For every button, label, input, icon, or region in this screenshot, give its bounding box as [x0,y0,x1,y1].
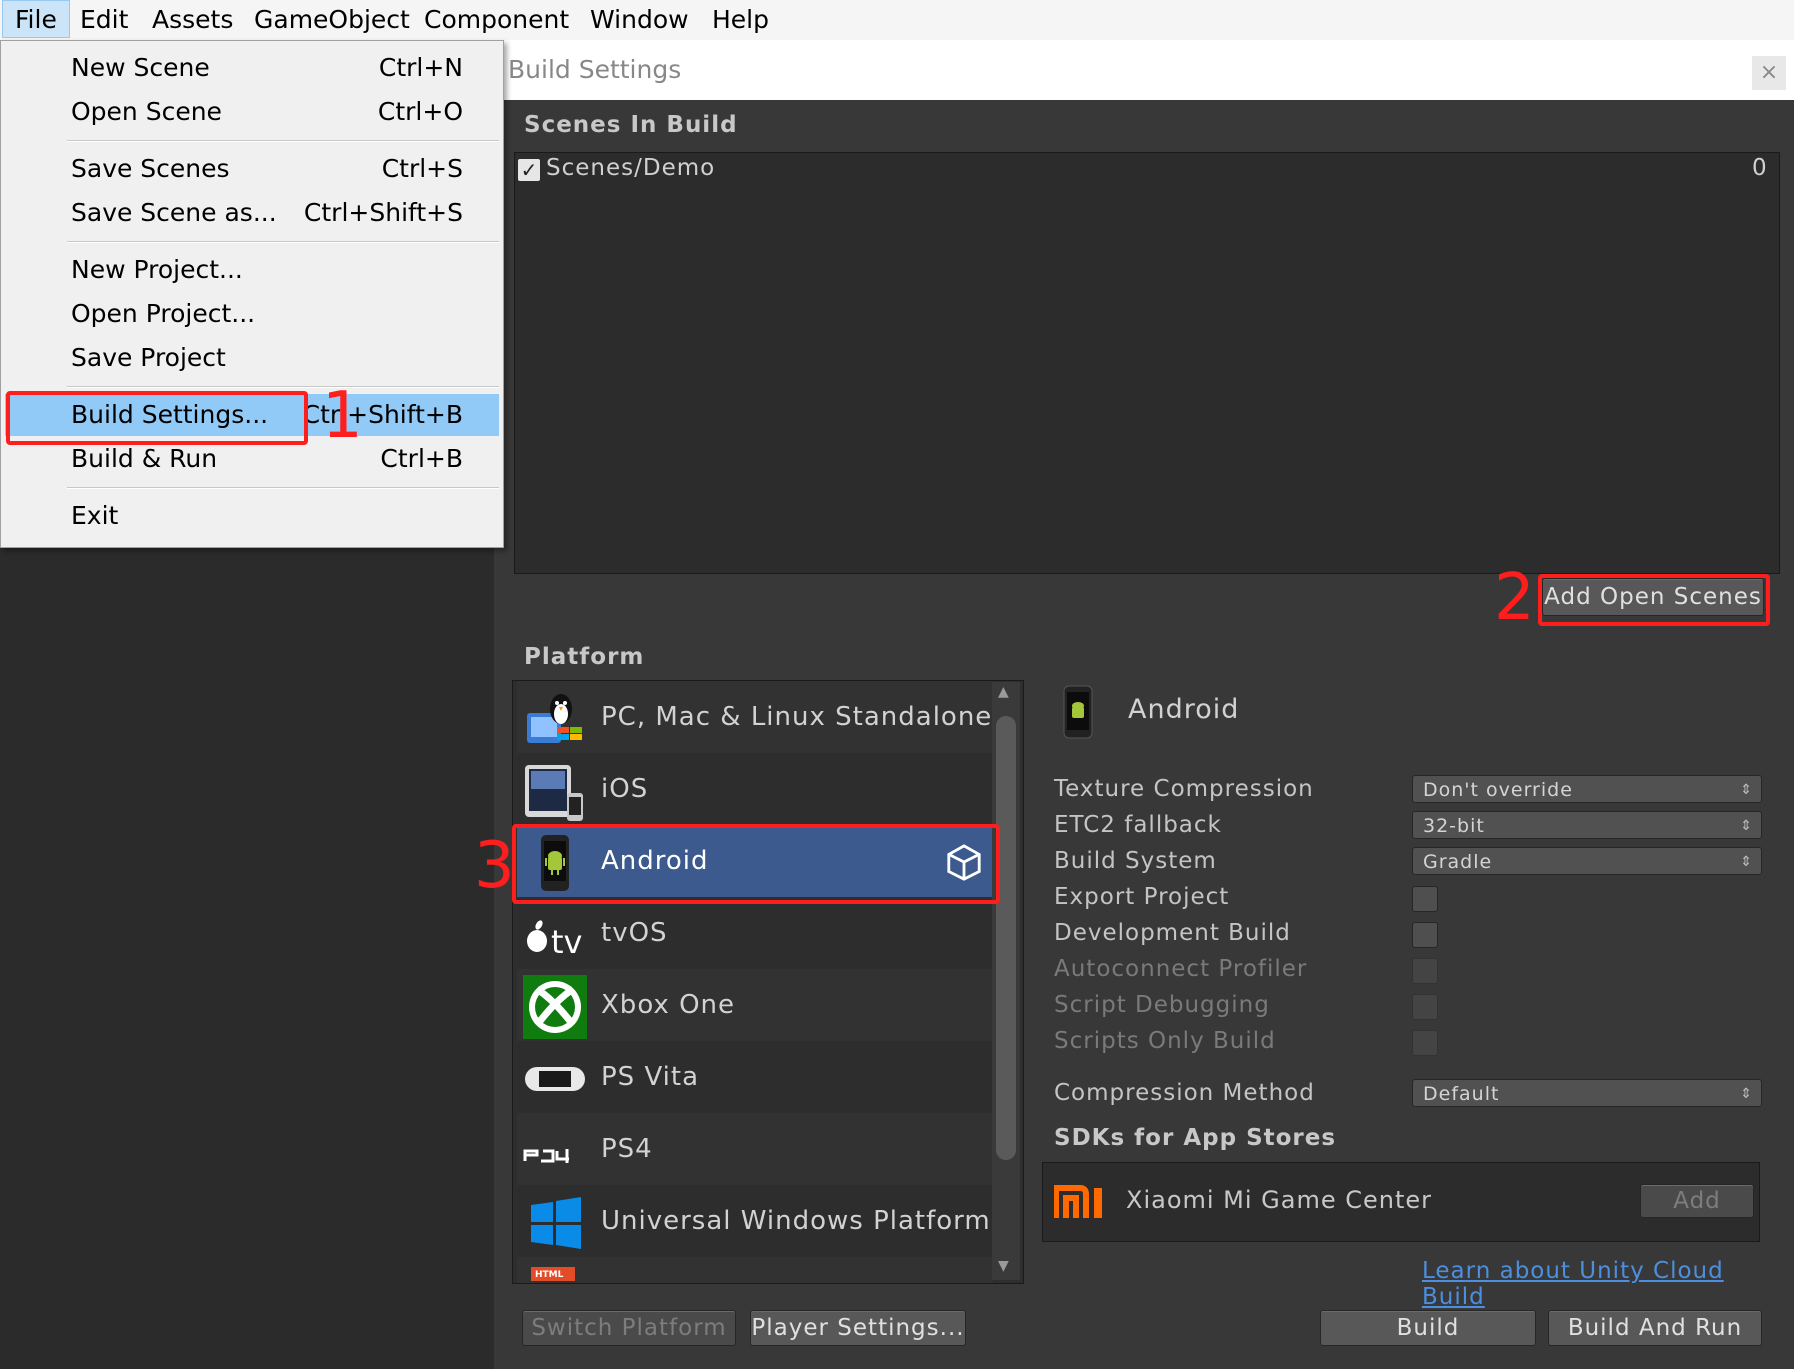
switch-platform-button[interactable]: Switch Platform [522,1310,736,1346]
apple-tv-icon: tv [527,920,582,961]
texture-compression-label: Texture Compression [1054,776,1314,802]
build-system-dropdown[interactable]: Gradle ⇕ [1412,847,1762,875]
compression-method-label: Compression Method [1054,1080,1315,1106]
autoconnect-profiler-label: Autoconnect Profiler [1054,956,1308,982]
development-build-label: Development Build [1054,920,1291,946]
sdks-title: SDKs for App Stores [1054,1125,1337,1151]
platform-item-ps4[interactable]: PS4 [517,1113,993,1185]
menu-separator [67,487,499,489]
menu-edit[interactable]: Edit [68,0,140,38]
ps4-icon [523,1149,569,1163]
annotation-box-1 [6,391,308,445]
autoconnect-profiler-checkbox [1412,958,1438,984]
scenes-list[interactable] [514,152,1780,574]
menubar: File Edit Assets GameObject Component Wi… [0,0,1794,41]
menu-item-new-project[interactable]: New Project... [5,249,499,291]
dropdown-arrows-icon: ⇕ [1740,854,1753,870]
windows-icon [531,1197,581,1249]
sdk-add-button[interactable]: Add [1640,1184,1754,1218]
cloud-build-link[interactable]: Learn about Unity Cloud Build [1422,1258,1794,1310]
platform-scroll-thumb[interactable] [996,716,1016,1160]
dropdown-arrows-icon: ⇕ [1740,782,1753,798]
player-settings-button[interactable]: Player Settings... [750,1310,966,1346]
annotation-box-2 [1538,574,1770,626]
platform-list: PC, Mac & Linux Standalone iOS Android t… [512,680,1024,1284]
android-header-icon [1063,685,1093,739]
file-menu-dropdown: New Scene Ctrl+N Open Scene Ctrl+O Save Sc… [0,40,504,548]
menu-component[interactable]: Component [412,0,581,38]
export-project-label: Export Project [1054,884,1230,910]
platform-item-pc[interactable]: PC, Mac & Linux Standalone [517,681,993,753]
platform-item-xbox[interactable]: Xbox One [517,969,993,1041]
build-and-run-button[interactable]: Build And Run [1548,1310,1762,1346]
svg-text:tv: tv [551,923,582,961]
platform-label: tvOS [601,918,668,948]
menu-item-exit[interactable]: Exit [5,495,499,537]
menu-assets[interactable]: Assets [140,0,245,38]
menu-item-open-project[interactable]: Open Project... [5,293,499,335]
annotation-number-1: 1 [322,379,363,453]
menu-separator [67,386,499,388]
menu-gameobject[interactable]: GameObject [242,0,422,38]
script-debugging-label: Script Debugging [1054,992,1270,1018]
pc-mac-linux-icon [527,694,582,743]
annotation-number-3: 3 [474,829,515,903]
platform-item-ios[interactable]: iOS [517,753,993,825]
scenes-in-build-title: Scenes In Build [524,112,738,138]
html5-icon: HTML [531,1267,575,1281]
menu-help[interactable]: Help [700,0,781,38]
build-button[interactable]: Build [1320,1310,1536,1346]
window-title: Build Settings [508,55,682,84]
platform-item-tvos[interactable]: tv tvOS [517,897,993,969]
menu-separator [67,140,499,142]
build-system-label: Build System [1054,848,1217,874]
platform-label: PS Vita [601,1062,700,1092]
scroll-down-icon[interactable]: ▼ [998,1258,1009,1274]
menu-file[interactable]: File [2,0,70,38]
scene-index: 0 [1752,155,1767,181]
etc2-fallback-label: ETC2 fallback [1054,812,1222,838]
annotation-box-3 [512,824,1000,904]
ios-devices-icon [525,765,583,821]
scene-checkbox[interactable]: ✓ [518,159,540,181]
scroll-up-icon[interactable]: ▲ [998,684,1009,700]
platform-title: Platform [524,644,645,670]
menu-item-save-project[interactable]: Save Project [5,337,499,379]
platform-label: PS4 [601,1134,653,1164]
platform-label: iOS [601,774,649,804]
platform-item-psvita[interactable]: PS Vita [517,1041,993,1113]
compression-method-dropdown[interactable]: Default ⇕ [1412,1079,1762,1107]
scripts-only-build-checkbox [1412,1030,1438,1056]
selected-platform-title: Android [1128,694,1240,725]
platform-label: PC, Mac & Linux Standalone [601,702,993,732]
platform-label: Xbox One [601,990,736,1020]
menu-item-open-scene[interactable]: Open Scene Ctrl+O [5,91,499,133]
script-debugging-checkbox [1412,994,1438,1020]
menu-separator [67,241,499,243]
scene-name[interactable]: Scenes/Demo [546,155,715,181]
menu-item-new-scene[interactable]: New Scene Ctrl+N [5,47,499,89]
platform-label: Universal Windows Platform [601,1206,991,1236]
texture-compression-dropdown[interactable]: Don't override ⇕ [1412,775,1762,803]
platform-item-webgl-partial[interactable]: HTML [517,1257,993,1283]
close-icon[interactable]: × [1752,56,1786,90]
dropdown-arrows-icon: ⇕ [1740,818,1753,834]
menu-window[interactable]: Window [578,0,701,38]
development-build-checkbox[interactable] [1412,922,1438,948]
menu-item-save-scenes[interactable]: Save Scenes Ctrl+S [5,148,499,190]
dropdown-arrows-icon: ⇕ [1740,1086,1753,1102]
xbox-icon [523,975,587,1039]
platform-item-uwp[interactable]: Universal Windows Platform [517,1185,993,1257]
annotation-number-2: 2 [1494,561,1535,635]
menu-item-save-scene-as[interactable]: Save Scene as... Ctrl+Shift+S [5,192,499,234]
scripts-only-build-label: Scripts Only Build [1054,1028,1276,1054]
build-settings-titlebar: Build Settings × [494,40,1794,100]
ps-vita-icon [525,1067,585,1091]
etc2-fallback-dropdown[interactable]: 32-bit ⇕ [1412,811,1762,839]
sdk-name: Xiaomi Mi Game Center [1126,1186,1433,1214]
xiaomi-logo-icon [1054,1185,1102,1218]
svg-text:HTML: HTML [535,1270,564,1280]
export-project-checkbox[interactable] [1412,886,1438,912]
